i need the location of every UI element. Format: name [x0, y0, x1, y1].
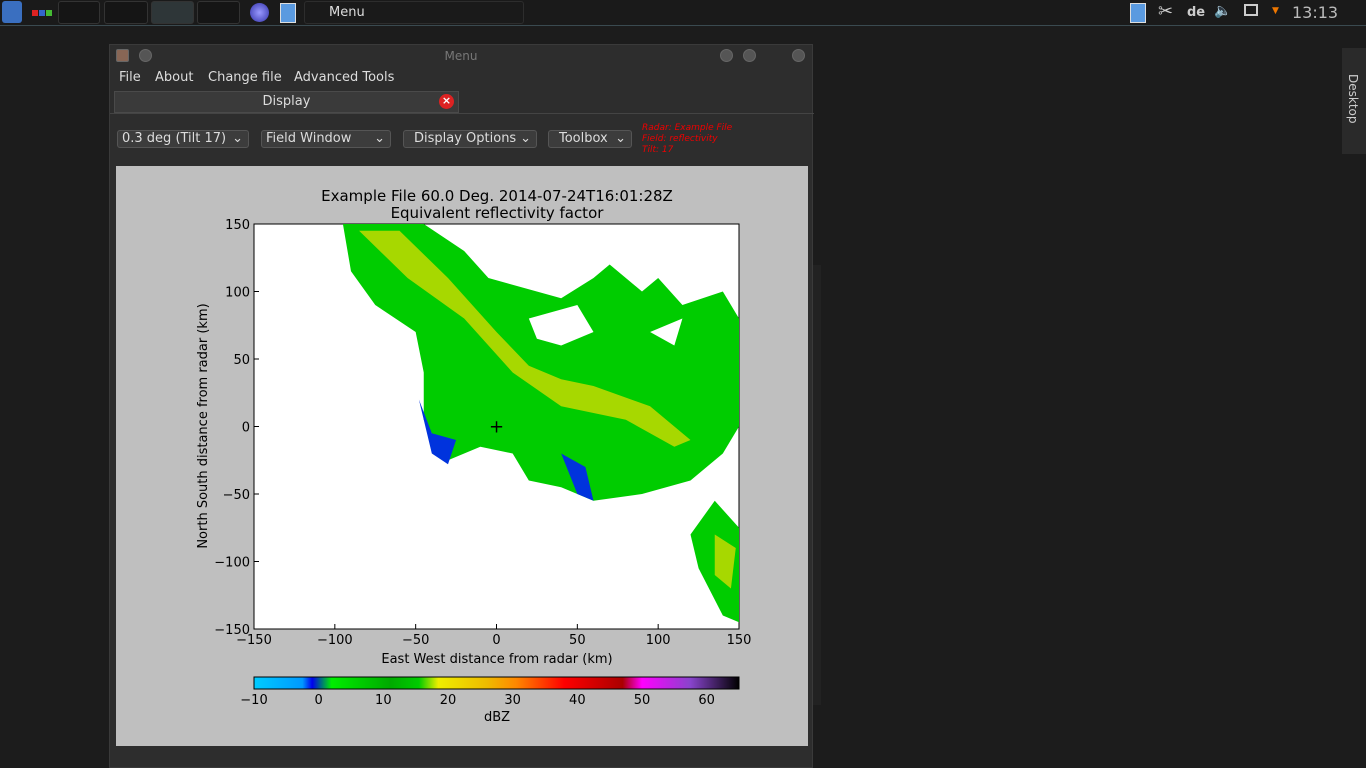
- volume-icon[interactable]: 🔈: [1214, 3, 1231, 27]
- menu-file[interactable]: File: [119, 70, 141, 85]
- colorbar-tick-label: 30: [504, 693, 521, 708]
- close-button[interactable]: [792, 49, 805, 62]
- x-axis-label: East West distance from radar (km): [381, 652, 612, 667]
- info-field: Field: reflectivity: [642, 134, 718, 144]
- colorbar-label: dBZ: [484, 710, 510, 725]
- colorbar: [253, 676, 740, 690]
- colorbar-tick-label: 10: [375, 693, 392, 708]
- display-options-button[interactable]: Display Options ⌄: [403, 130, 537, 148]
- kde-menu-icon[interactable]: [2, 1, 22, 23]
- colorbar-tick-label: 60: [698, 693, 715, 708]
- window-menu-button[interactable]: [139, 49, 152, 62]
- clipboard-icon[interactable]: [1130, 3, 1146, 23]
- chevron-down-icon: ⌄: [520, 131, 531, 146]
- desktop-dashboard-tab[interactable]: Desktop: [1342, 48, 1366, 154]
- app-window: Menu File About Change file Advanced Too…: [109, 44, 814, 768]
- tilt-select[interactable]: 0.3 deg (Tilt 17) ⌄: [117, 130, 249, 148]
- chevron-down-icon: ⌄: [615, 131, 626, 146]
- x-tick-label: −100: [317, 633, 353, 648]
- plot-subtitle: Equivalent reflectivity factor: [391, 204, 605, 222]
- chevron-down-icon: ⌄: [232, 131, 243, 146]
- colorbar-tick-label: 0: [315, 693, 323, 708]
- colorbar-tick-label: 40: [569, 693, 586, 708]
- menu-advanced-tools[interactable]: Advanced Tools: [294, 70, 394, 85]
- x-tick-label: 100: [646, 633, 671, 648]
- divider: [110, 113, 814, 114]
- field-select[interactable]: Field Window ⌄: [261, 130, 391, 148]
- scissors-icon[interactable]: ✂: [1158, 1, 1173, 25]
- taskbar: Menu ✂ de 🔈 ▼ 13:13: [0, 0, 1366, 26]
- network-icon[interactable]: [1244, 4, 1258, 16]
- info-tilt: Tilt: 17: [642, 145, 674, 155]
- colorbar-tick-label: 50: [634, 693, 651, 708]
- radar-plot: Example File 60.0 Deg. 2014-07-24T16:01:…: [196, 187, 752, 725]
- y-tick-label: −150: [214, 623, 250, 638]
- title-bar[interactable]: Menu: [110, 45, 812, 67]
- colorbar-tick-label: −10: [240, 693, 267, 708]
- y-tick-label: 150: [225, 218, 250, 233]
- menu-about[interactable]: About: [155, 70, 193, 85]
- maximize-button[interactable]: [743, 49, 756, 62]
- y-axis-label: North South distance from radar (km): [196, 303, 211, 548]
- menu-bar: File About Change file Advanced Tools: [110, 67, 812, 89]
- close-tab-icon[interactable]: ×: [439, 94, 454, 109]
- x-tick-label: 50: [569, 633, 586, 648]
- toolbox-button[interactable]: Toolbox ⌄: [548, 130, 632, 148]
- y-tick-label: −100: [214, 556, 250, 571]
- y-tick-label: 50: [233, 353, 250, 368]
- x-tick-label: 150: [727, 633, 752, 648]
- colorbar-tick-label: 20: [440, 693, 457, 708]
- x-tick-label: −50: [402, 633, 429, 648]
- chevron-down-icon: ⌄: [374, 131, 385, 146]
- tab-display[interactable]: Display ×: [114, 91, 459, 113]
- plot-title: Example File 60.0 Deg. 2014-07-24T16:01:…: [321, 187, 673, 205]
- desktop-pager-4[interactable]: [197, 1, 240, 24]
- desktop-pager-2[interactable]: [104, 1, 148, 24]
- minimize-button[interactable]: [720, 49, 733, 62]
- plot-figure[interactable]: Example File 60.0 Deg. 2014-07-24T16:01:…: [116, 166, 808, 746]
- tray-expand-icon[interactable]: ▼: [1272, 6, 1279, 30]
- task-menu[interactable]: Menu: [304, 1, 524, 24]
- file-manager-icon[interactable]: [280, 3, 296, 23]
- desktop-pager-1[interactable]: [58, 1, 100, 24]
- window-dots-icon[interactable]: [32, 10, 52, 16]
- browser-icon[interactable]: [250, 3, 269, 22]
- app-icon: [116, 49, 129, 62]
- desktop-pager-3[interactable]: [151, 1, 194, 24]
- keyboard-layout[interactable]: de: [1187, 5, 1205, 20]
- background-window-edge: [813, 265, 821, 705]
- y-tick-label: −50: [223, 488, 250, 503]
- y-tick-label: 100: [225, 286, 250, 301]
- y-tick-label: 0: [242, 421, 250, 436]
- menu-change-file[interactable]: Change file: [208, 70, 282, 85]
- info-radar: Radar: Example File: [642, 123, 733, 133]
- x-tick-label: 0: [492, 633, 500, 648]
- radar-info: Radar: Example File Field: reflectivity …: [642, 123, 732, 156]
- radar-location-marker: +: [489, 417, 504, 438]
- clock[interactable]: 13:13: [1292, 3, 1338, 22]
